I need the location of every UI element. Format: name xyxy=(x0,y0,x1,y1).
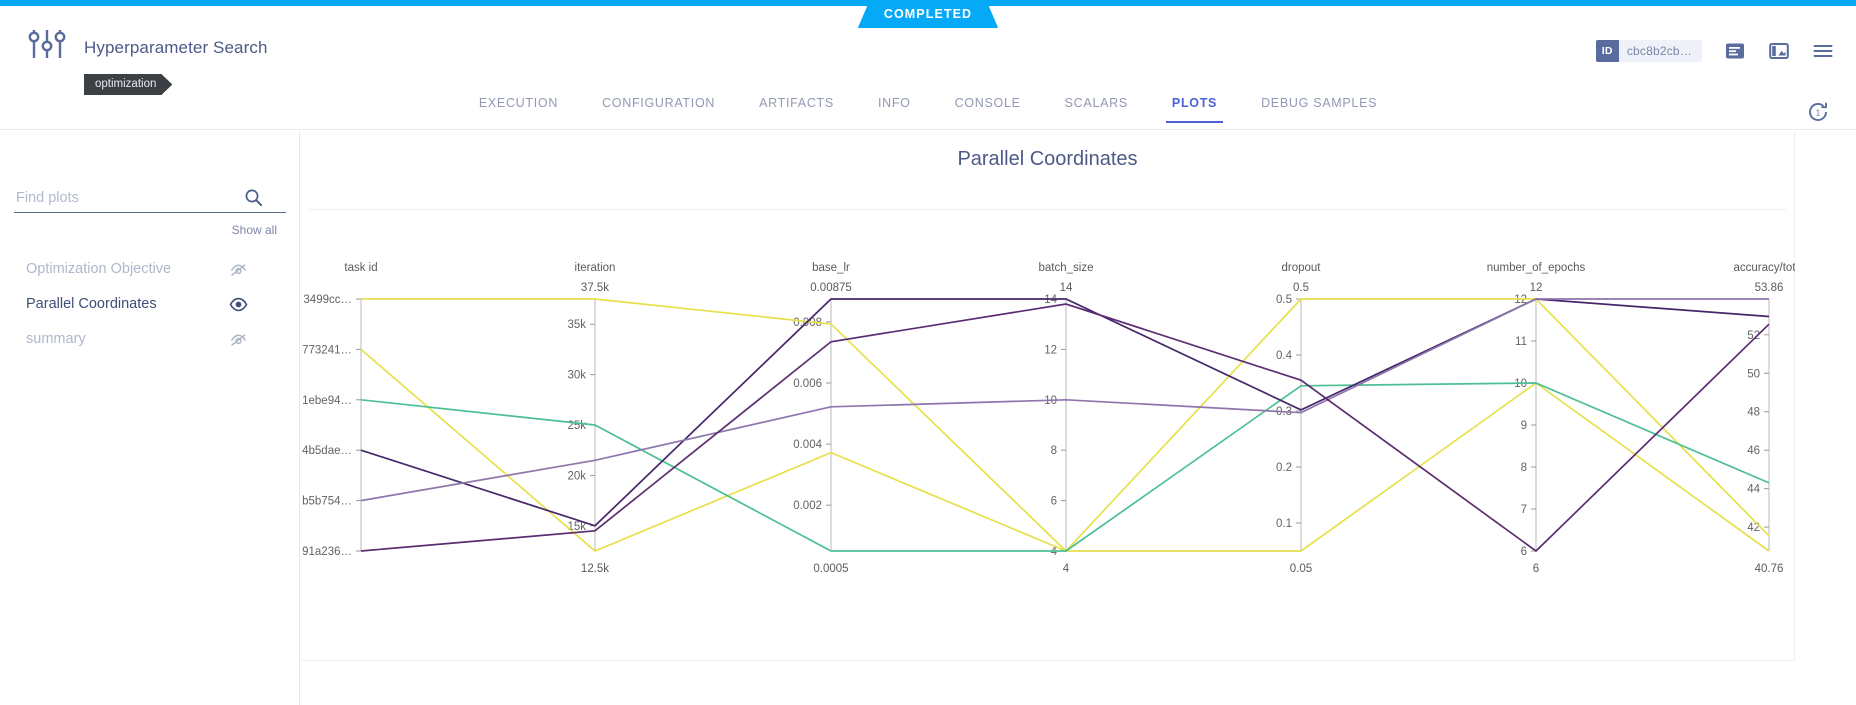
axis-title-batch_size: batch_size xyxy=(1039,262,1094,274)
axis-tick-label: 91a236… xyxy=(302,546,352,558)
axis-max-label: 53.86 xyxy=(1755,282,1784,294)
split-view-icon[interactable] xyxy=(1768,40,1790,62)
eye-off-icon[interactable] xyxy=(229,260,248,279)
axis-title-accuracy-total: accuracy/total xyxy=(1734,262,1795,274)
sidebar-plot-label: Optimization Objective xyxy=(26,261,171,277)
axis-max-label: 0.00875 xyxy=(810,282,852,294)
axis-max-label: 0.5 xyxy=(1293,282,1309,294)
axis-title-task-id: task id xyxy=(344,262,377,274)
axis-max-label: 37.5k xyxy=(581,282,609,294)
tab-execution[interactable]: EXECUTION xyxy=(457,86,580,123)
axis-tick-label: 0.2 xyxy=(1276,462,1292,474)
pc-series-line[interactable] xyxy=(361,299,1769,526)
axis-title-iteration: iteration xyxy=(575,262,616,274)
axis-min-label: 40.76 xyxy=(1755,563,1784,575)
axis-tick-label: 11 xyxy=(1515,336,1527,348)
axis-tick-label: 0.004 xyxy=(793,439,822,451)
id-chip-key: ID xyxy=(1596,40,1619,62)
tab-scalars[interactable]: SCALARS xyxy=(1043,86,1150,123)
id-chip-value: cbc8b2cb… xyxy=(1619,40,1702,62)
axis-tick-label: b5b754… xyxy=(302,496,352,508)
panel-footer xyxy=(301,661,1795,705)
sidebar-plot-item-optimization-objective[interactable]: Optimization Objective xyxy=(0,249,300,289)
axis-tick-label: 0.5 xyxy=(1276,294,1292,306)
parallel-coordinates-chart[interactable]: task id 3499cc… 773241… 1ebe94… 4b5dae… b5b75… xyxy=(301,211,1795,661)
axis-tick-label: 30k xyxy=(567,370,586,382)
axis-tick-label: 48 xyxy=(1747,407,1760,419)
axis-tick-label: 8 xyxy=(1521,462,1527,474)
hamburger-menu-icon[interactable] xyxy=(1812,40,1834,62)
tab-info[interactable]: INFO xyxy=(856,86,933,123)
plot-panel: Parallel Coordinates task id 3499cc… 77324… xyxy=(301,131,1795,661)
axis-max-label: 12 xyxy=(1530,282,1543,294)
axis-title-number_of_epochs: number_of_epochs xyxy=(1487,262,1586,274)
axis-tick-label: 0.002 xyxy=(793,500,822,512)
axis-min-label: 4 xyxy=(1063,563,1070,575)
axis-title-dropout: dropout xyxy=(1281,262,1321,274)
main-tab-bar: EXECUTIONCONFIGURATIONARTIFACTSINFOCONSO… xyxy=(0,86,1856,130)
svg-text:1: 1 xyxy=(1816,108,1821,117)
tab-console[interactable]: CONSOLE xyxy=(933,86,1043,123)
show-all-link[interactable]: Show all xyxy=(232,223,277,237)
axis-tick-label: 6 xyxy=(1051,496,1057,508)
tab-artifacts[interactable]: ARTIFACTS xyxy=(737,86,856,123)
tab-configuration[interactable]: CONFIGURATION xyxy=(580,86,737,123)
plot-title: Parallel Coordinates xyxy=(301,148,1794,171)
page-title: Hyperparameter Search xyxy=(84,38,268,58)
axis-tick-label: 14 xyxy=(1044,294,1057,306)
axis-tick-label: 9 xyxy=(1521,420,1527,432)
status-badge: COMPLETED xyxy=(858,0,998,28)
task-id-chip[interactable]: ID cbc8b2cb… xyxy=(1596,40,1702,62)
axis-min-label: 0.05 xyxy=(1290,563,1312,575)
log-icon[interactable] xyxy=(1724,40,1746,62)
axis-tick-label: 50 xyxy=(1747,368,1760,380)
axis-tick-label: 773241… xyxy=(302,344,352,356)
axis-tick-label: 7 xyxy=(1521,504,1527,516)
tab-plots[interactable]: PLOTS xyxy=(1150,86,1239,123)
eye-off-icon[interactable] xyxy=(229,330,248,349)
card-divider xyxy=(309,209,1786,210)
search-icon[interactable] xyxy=(244,188,263,207)
axis-tick-label: 1ebe94… xyxy=(302,395,352,407)
axis-min-label: 12.5k xyxy=(581,563,609,575)
sidebar-plot-item-parallel-coordinates[interactable]: Parallel Coordinates xyxy=(0,284,300,324)
sidebar-plot-label: summary xyxy=(26,331,86,347)
axis-tick-label: 0.1 xyxy=(1276,518,1292,530)
search-input[interactable] xyxy=(14,189,244,207)
axis-title-base_lr: base_lr xyxy=(812,262,850,274)
axis-tick-label: 0.4 xyxy=(1276,350,1293,362)
eye-icon[interactable] xyxy=(229,295,248,314)
axis-min-label: 0.0005 xyxy=(813,563,848,575)
axis-tick-label: 46 xyxy=(1747,445,1760,457)
axis-tick-label: 35k xyxy=(567,319,586,331)
axis-tick-label: 12 xyxy=(1044,344,1057,356)
search-field[interactable] xyxy=(14,183,286,213)
axis-tick-label: 0.006 xyxy=(793,378,822,390)
axis-tick-label: 44 xyxy=(1747,484,1760,496)
sidebar-plot-label: Parallel Coordinates xyxy=(26,296,157,312)
plots-sidebar: Show all Optimization Objective Parallel … xyxy=(0,131,300,705)
axis-tick-label: 20k xyxy=(567,470,586,482)
axis-tick-label: 4b5dae… xyxy=(302,445,352,457)
sidebar-plot-item-summary[interactable]: summary xyxy=(0,319,300,359)
hyperparameter-sliders-icon xyxy=(26,24,68,64)
tab-debug-samples[interactable]: DEBUG SAMPLES xyxy=(1239,86,1399,123)
axis-max-label: 14 xyxy=(1060,282,1073,294)
axis-min-label: 6 xyxy=(1533,563,1539,575)
axis-tick-label: 8 xyxy=(1051,445,1057,457)
axis-tick-label: 3499cc… xyxy=(303,294,352,306)
refresh-icon[interactable]: 1 xyxy=(1806,100,1830,124)
header-actions: ID cbc8b2cb… xyxy=(1596,40,1834,62)
axis-tick-label: 6 xyxy=(1521,546,1527,558)
